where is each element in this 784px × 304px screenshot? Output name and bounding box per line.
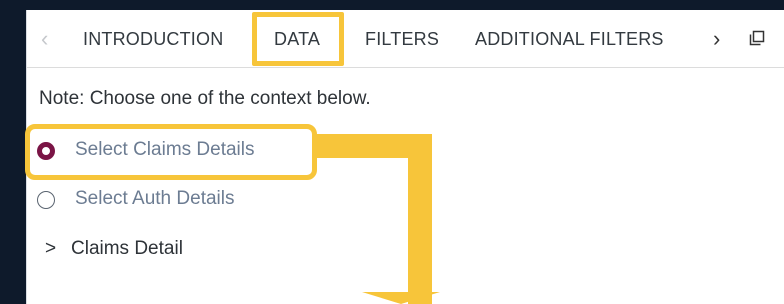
annotation-arrow [316,134,440,304]
